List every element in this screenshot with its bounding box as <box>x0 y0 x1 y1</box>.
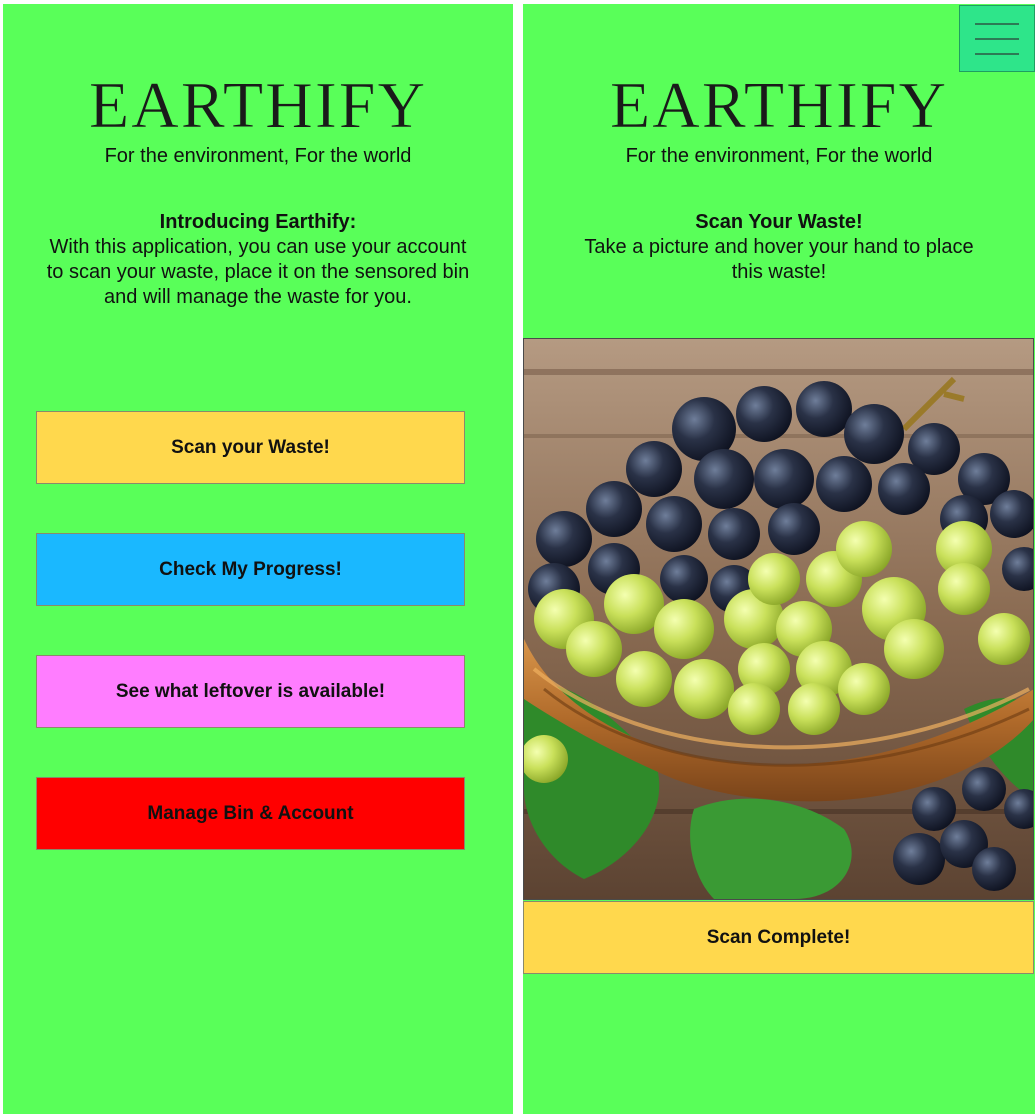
scan-waste-button[interactable]: Scan your Waste! <box>36 411 465 484</box>
menu-line <box>975 22 1019 25</box>
manage-bin-account-button[interactable]: Manage Bin & Account <box>36 777 465 850</box>
app-tagline: For the environment, For the world <box>104 145 412 167</box>
scanned-waste-photo <box>523 338 1034 900</box>
grapes-basket-image <box>524 339 1033 899</box>
app-logo: EARTHIFY <box>609 69 949 142</box>
scan-body: Take a picture and hover your hand to pl… <box>584 236 974 283</box>
scan-heading: Scan Your Waste! <box>695 211 863 233</box>
home-screen: EARTHIFY For the environment, For the wo… <box>3 4 513 1114</box>
scan-screen: EARTHIFY For the environment, For the wo… <box>523 4 1035 1114</box>
hamburger-menu-icon[interactable] <box>959 5 1035 72</box>
scan-instructions: Scan Your Waste! Take a picture and hove… <box>573 210 985 285</box>
menu-line <box>975 37 1019 40</box>
app-logo: EARTHIFY <box>88 69 428 142</box>
app-tagline: For the environment, For the world <box>625 145 933 167</box>
check-progress-button[interactable]: Check My Progress! <box>36 533 465 606</box>
scan-complete-button[interactable]: Scan Complete! <box>523 901 1034 974</box>
leftover-available-button[interactable]: See what leftover is available! <box>36 655 465 728</box>
menu-line <box>975 52 1019 55</box>
intro-heading: Introducing Earthify: <box>159 211 357 233</box>
intro-text: Introducing Earthify: With this applicat… <box>43 210 473 310</box>
intro-body: With this application, you can use your … <box>46 236 470 308</box>
